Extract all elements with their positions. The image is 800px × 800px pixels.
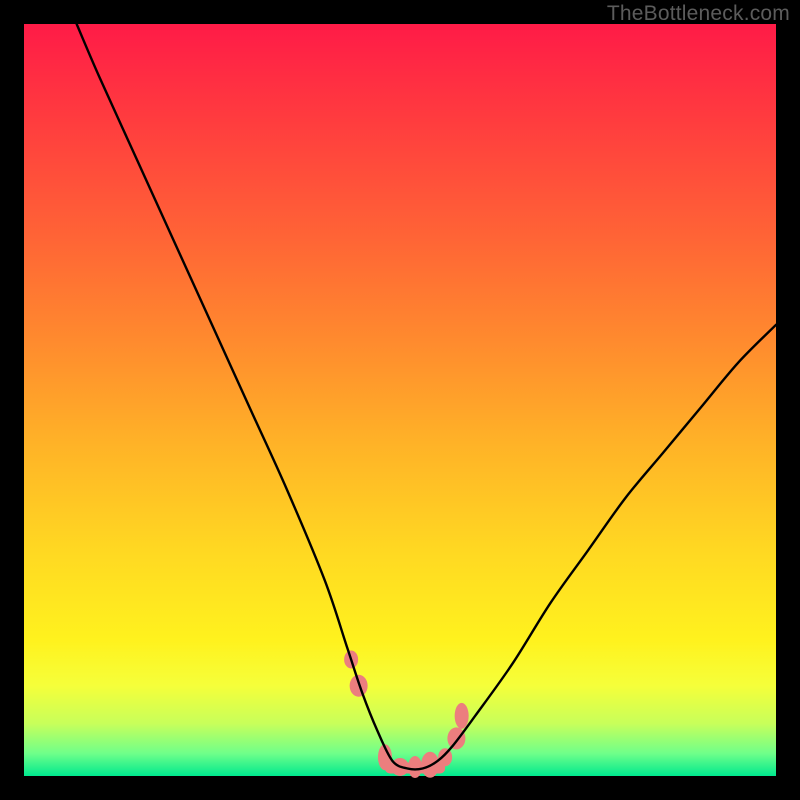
- marker-point: [455, 703, 469, 729]
- marker-group: [344, 650, 469, 778]
- bottleneck-curve: [77, 24, 776, 769]
- plot-svg: [24, 24, 776, 776]
- marker-point: [447, 727, 465, 749]
- chart-frame: TheBottleneck.com: [0, 0, 800, 800]
- plot-area: [24, 24, 776, 776]
- watermark-text: TheBottleneck.com: [607, 2, 790, 26]
